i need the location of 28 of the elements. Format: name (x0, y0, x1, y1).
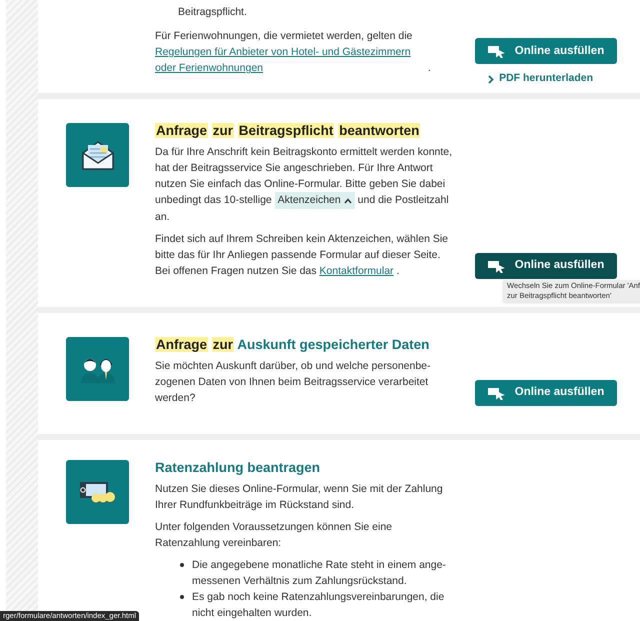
paragraph: Findet sich auf Ihrem Schreiben kein Aktenzeichen, wählen Sie bitte das für Ihr Anliegen passende Formular auf dieser Seite. Bei offenen Fragen nutzen Sie das Kontaktformular . (155, 232, 450, 279)
list-item-text: Die angegebene monatliche Rate steht in einem ange-messenen Verhältnis zum Zahlungsrückstand. (192, 558, 447, 589)
form-cursor-icon (488, 44, 505, 58)
paragraph: Nutzen Sie dieses Online-Formular, wenn Sie mit der Zahlung Ihrer Rundfunkbeiträge im Rückstand sind. (155, 482, 444, 513)
card-title: Ratenzahlung beantragen (155, 459, 320, 477)
card-title: Anfrage zur Beitragspflicht beantworten (155, 122, 420, 140)
form-cursor-icon (488, 386, 505, 400)
text-link[interactable]: Regelungen für Anbieter von Hotel- und Gästezimmern oder Ferienwohnungen (155, 44, 425, 76)
paragraph: Unter folgenden Voraussetzungen können Sie eine Ratenzahlung vereinbaren: (155, 520, 394, 551)
paragraph: Sie möchten Auskunft darüber, ob und welche personenbe-zogenen Daten von Ihnen beim Beitragsservice verarbeitet werden? (155, 359, 432, 406)
online-form-button[interactable]: Online ausfüllen (475, 38, 617, 64)
pdf-download-link[interactable]: PDF herunterladen (488, 71, 593, 87)
money-icon (80, 480, 116, 504)
online-form-button[interactable]: Online ausfüllen (475, 380, 617, 406)
form-cursor-icon (488, 260, 505, 272)
paragraph: Für Ferienwohnungen, die vermietet werden, gelten die Regelungen für Anbieter von Hotel- und Gästezimmern oder Ferienwohnungen . (155, 29, 432, 76)
caret-icon (344, 198, 352, 204)
glossary-term-button[interactable]: Aktenzeichen (274, 192, 355, 209)
card-title: Anfrage zur Auskunft gespeicherter Daten (155, 336, 430, 354)
online-form-button[interactable]: Online ausfüllen (475, 253, 617, 279)
paragraph: Da für Ihre Anschrift kein Beitragskonto ermittelt werden konnte, hat der Beitragsservice Sie angeschrieben. Für Ihre Antwort nutzen Sie einfach das Online-Formular. Bitte geben Sie dabei unbedingt das 10-stellige Aktenzeichen und die Postleitzahl an. (155, 145, 454, 225)
envelope-icon (80, 139, 114, 171)
bullet-icon (180, 563, 184, 567)
chevron-right-icon (488, 74, 494, 84)
bullet-icon (180, 595, 184, 599)
list-item-text: Es gab noch keine Ratenzahlungsvereinbarungen, die nicht eingehalten wurden. (192, 590, 446, 621)
list-item-text: Beitragspflicht. (177, 5, 248, 20)
text-link[interactable]: Kontaktformular (319, 265, 394, 277)
